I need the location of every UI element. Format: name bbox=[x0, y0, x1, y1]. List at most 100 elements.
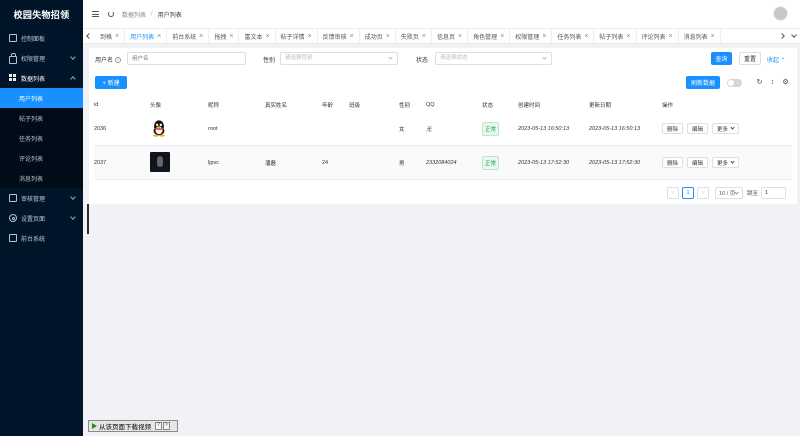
tab-item[interactable]: 角色管理 × bbox=[468, 29, 511, 43]
jump-label: 跳至 bbox=[747, 191, 759, 197]
sidebar-item-label: 设置页面 bbox=[21, 216, 46, 223]
tab-item[interactable]: 信息页 × bbox=[432, 29, 469, 43]
tab-item[interactable]: 失败页 × bbox=[396, 29, 432, 43]
page-number[interactable]: 1 bbox=[682, 187, 694, 199]
sidebar-item-settings[interactable]: 设置页面 bbox=[0, 208, 83, 228]
cell-updated: 2023-05-13 16:50:13 bbox=[589, 125, 641, 132]
setting-icon[interactable]: ⚙ bbox=[782, 79, 789, 86]
next-page-button[interactable]: › bbox=[697, 187, 709, 199]
lock-icon bbox=[9, 52, 17, 64]
close-icon[interactable]: × bbox=[458, 33, 462, 40]
status-select[interactable]: 请选择状态 bbox=[435, 52, 552, 65]
sidebar-item-permissions[interactable]: 权限管理 bbox=[0, 48, 83, 68]
toggle-switch[interactable] bbox=[727, 79, 742, 87]
video-download-widget[interactable]: 从该页面下载视频 ? × bbox=[88, 420, 178, 432]
username-label: 用户名? bbox=[95, 57, 122, 64]
close-icon[interactable]: × bbox=[500, 33, 504, 40]
new-button[interactable]: + 新建 bbox=[95, 76, 127, 89]
main-card: 用户名? 性别 请选择性别 状态 请选择状态 查询 重置 收起 ⌃ + 新建 刷… bbox=[89, 48, 797, 204]
tab-item[interactable]: 帖子列表 × bbox=[594, 29, 637, 43]
cell-qq: 2332084024 bbox=[426, 159, 457, 166]
column-header: 班级 bbox=[349, 103, 361, 109]
username-input[interactable] bbox=[127, 52, 246, 65]
delete-button[interactable]: 删除 bbox=[662, 123, 684, 134]
tab-item[interactable]: 反馈审核 × bbox=[318, 29, 360, 43]
tab-item[interactable]: 任务列表 × bbox=[552, 29, 595, 43]
cell-status: 正常 bbox=[482, 121, 518, 136]
sidebar-subitem-comments[interactable]: 评论列表 bbox=[0, 148, 83, 168]
close-icon[interactable]: × bbox=[542, 33, 546, 40]
tab-label: 角色管理 bbox=[473, 34, 498, 41]
column-height-icon[interactable]: ↕ bbox=[769, 79, 776, 86]
tab-item[interactable]: 评论列表 × bbox=[637, 29, 679, 43]
close-icon[interactable]: × bbox=[669, 33, 673, 40]
delete-button[interactable]: 删除 bbox=[662, 157, 684, 168]
more-button[interactable]: 更多 bbox=[712, 157, 740, 168]
sidebar-subitem-messages[interactable]: 消息列表 bbox=[0, 168, 83, 188]
cell-actions: 删除 编辑 更多 bbox=[662, 123, 762, 134]
user-avatar[interactable] bbox=[773, 6, 788, 21]
reset-button[interactable]: 重置 bbox=[739, 52, 761, 65]
edit-button[interactable]: 编辑 bbox=[687, 123, 709, 134]
tab-item[interactable]: 权限管理 × bbox=[510, 29, 553, 43]
chevron-down-icon bbox=[70, 54, 76, 60]
cell-created: 2023-05-13 17:52:30 bbox=[518, 159, 570, 166]
tabs-scroll-left-icon[interactable] bbox=[83, 29, 95, 43]
tab-label: 失败页 bbox=[400, 34, 419, 41]
tab-item[interactable]: 消息列表 × bbox=[679, 29, 721, 43]
tab-item[interactable]: 拖拽 × bbox=[209, 29, 240, 43]
tab-label: 富文本 bbox=[244, 34, 263, 41]
tab-item[interactable]: 用户列表 × bbox=[125, 29, 168, 43]
gender-select[interactable]: 请选择性别 bbox=[280, 52, 398, 65]
close-icon[interactable]: × bbox=[422, 33, 426, 40]
tab-item[interactable]: 帖子详情 × bbox=[276, 29, 318, 43]
column-header: 真实姓名 bbox=[265, 103, 288, 109]
close-icon[interactable]: × bbox=[199, 33, 203, 40]
query-button[interactable]: 查询 bbox=[711, 52, 732, 65]
close-icon[interactable]: × bbox=[229, 33, 233, 40]
reload-icon[interactable] bbox=[108, 11, 114, 17]
chevron-down-icon bbox=[730, 125, 735, 130]
tabs-scroll-right-icon[interactable] bbox=[776, 29, 788, 43]
close-icon[interactable]: × bbox=[308, 33, 312, 40]
sidebar-item-frontend[interactable]: 前台系统 bbox=[0, 228, 83, 248]
sidebar-item-review[interactable]: 审核管理 bbox=[0, 188, 83, 208]
breadcrumb-separator: / bbox=[151, 11, 153, 17]
tab-label: 信息页 bbox=[436, 34, 455, 41]
jump-input[interactable]: 1 bbox=[761, 187, 787, 199]
tab-item[interactable]: 到格 × bbox=[95, 29, 126, 43]
pagination: ‹ 1 › 10 / 页 跳至 1 bbox=[667, 187, 787, 199]
menu-toggle-icon[interactable] bbox=[92, 11, 99, 17]
close-icon[interactable]: × bbox=[265, 33, 269, 40]
page-size-select[interactable]: 10 / 页 bbox=[715, 187, 743, 199]
reload-icon[interactable]: ↻ bbox=[756, 79, 763, 86]
edit-button[interactable]: 编辑 bbox=[687, 157, 709, 168]
close-icon[interactable]: × bbox=[626, 33, 630, 40]
sidebar-subitem-posts[interactable]: 帖子列表 bbox=[0, 108, 83, 128]
help-button[interactable]: ? bbox=[155, 422, 162, 430]
column-header: 状态 bbox=[482, 103, 494, 109]
sidebar-subitem-users[interactable]: 用户列表 bbox=[0, 88, 83, 108]
refresh-data-button[interactable]: 刷新数据 bbox=[686, 76, 720, 89]
sidebar-item-label: 权限管理 bbox=[21, 56, 46, 63]
prev-page-button[interactable]: ‹ bbox=[667, 187, 679, 199]
collapse-link[interactable]: 收起 ⌃ bbox=[767, 55, 786, 64]
sidebar-item-dashboard[interactable]: 控制面板 bbox=[0, 28, 83, 48]
close-icon[interactable]: × bbox=[163, 422, 170, 430]
close-icon[interactable]: × bbox=[386, 33, 390, 40]
close-icon[interactable]: × bbox=[584, 33, 588, 40]
breadcrumb-item[interactable]: 数据列表 bbox=[122, 10, 146, 19]
close-icon[interactable]: × bbox=[711, 33, 715, 40]
sidebar-item-data-list[interactable]: 数据列表 bbox=[0, 68, 83, 88]
status-placeholder: 请选择状态 bbox=[440, 55, 468, 61]
tab-item[interactable]: 前台系统 × bbox=[167, 29, 210, 43]
tabs-menu-icon[interactable] bbox=[788, 29, 800, 43]
more-button[interactable]: 更多 bbox=[712, 123, 740, 134]
sidebar-subitem-tasks[interactable]: 任务列表 bbox=[0, 128, 83, 148]
close-icon[interactable]: × bbox=[115, 33, 119, 40]
tab-item[interactable]: 成功页 × bbox=[360, 29, 396, 43]
close-icon[interactable]: × bbox=[350, 33, 354, 40]
tab-item[interactable]: 富文本 × bbox=[239, 29, 276, 43]
cell-gender: 女 bbox=[399, 126, 405, 133]
close-icon[interactable]: × bbox=[157, 33, 161, 40]
